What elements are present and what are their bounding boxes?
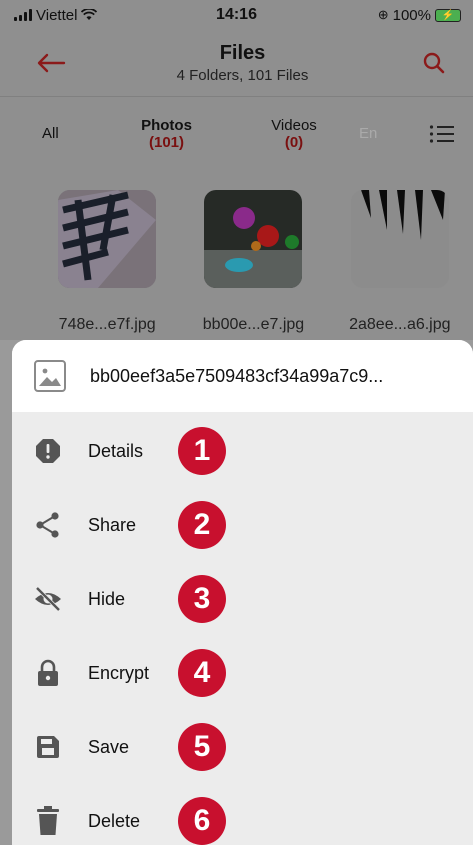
carrier-label: Viettel — [36, 6, 78, 24]
photo-item[interactable]: 748e...e7f.jpg — [34, 190, 180, 334]
action-label: Share — [88, 514, 137, 535]
step-badge: 1 — [178, 427, 226, 475]
step-badge: 6 — [178, 797, 226, 845]
photo-filename: 2a8ee...a6.jpg — [349, 316, 451, 333]
tab-encrypted[interactable]: En — [359, 125, 405, 142]
tab-all[interactable]: All — [42, 125, 104, 142]
action-hide[interactable]: Hide 3 — [12, 562, 473, 636]
photo-thumbnail[interactable] — [350, 190, 449, 288]
back-arrow-icon[interactable] — [34, 46, 68, 80]
action-delete[interactable]: Delete 6 — [12, 784, 473, 845]
action-details[interactable]: Details 1 — [12, 414, 473, 488]
alert-octagon-icon — [30, 433, 66, 469]
tab-bar: All Photos (101) Videos (0) En — [0, 96, 473, 170]
status-bar: Viettel 14:16 ⊕ 100% ⚡ — [0, 0, 473, 30]
action-sheet: bb00eef3a5e7509483cf34a99a7c9... Details… — [12, 340, 473, 845]
step-badge: 3 — [178, 575, 226, 623]
signal-icon — [14, 9, 32, 21]
photo-item[interactable]: 2a8ee...a6.jpg — [327, 190, 473, 334]
search-icon[interactable] — [417, 46, 451, 80]
battery-percent: 100% — [392, 6, 431, 24]
eye-off-icon — [30, 581, 66, 617]
photo-grid: 748e...e7f.jpg bb00e...e7.jpg 2a8ee...a6… — [0, 190, 473, 334]
rotation-lock-icon: ⊕ — [377, 7, 389, 22]
action-label: Save — [88, 736, 130, 757]
dimmed-background: Viettel 14:16 ⊕ 100% ⚡ Files 4 Folders, … — [0, 0, 473, 340]
photo-filename: 748e...e7f.jpg — [58, 316, 156, 333]
share-icon — [30, 507, 66, 543]
action-share[interactable]: Share 2 — [12, 488, 473, 562]
photo-item[interactable]: bb00e...e7.jpg — [180, 190, 326, 334]
page-title: Files — [219, 42, 266, 64]
action-encrypt[interactable]: Encrypt 4 — [12, 636, 473, 710]
list-menu-icon[interactable] — [427, 122, 457, 146]
image-file-icon — [34, 360, 66, 392]
clock: 14:16 — [216, 6, 257, 23]
tab-videos[interactable]: Videos (0) — [229, 117, 359, 151]
app-bar: Files 4 Folders, 101 Files — [0, 30, 473, 96]
selected-file-name: bb00eef3a5e7509483cf34a99a7c9... — [90, 365, 384, 386]
step-badge: 2 — [178, 501, 226, 549]
photo-thumbnail[interactable] — [204, 190, 303, 288]
action-save[interactable]: Save 5 — [12, 710, 473, 784]
action-label: Delete — [88, 810, 141, 831]
sheet-header: bb00eef3a5e7509483cf34a99a7c9... — [12, 340, 473, 412]
step-badge: 4 — [178, 649, 226, 697]
photo-filename: bb00e...e7.jpg — [202, 316, 305, 333]
save-icon — [30, 729, 66, 765]
battery-icon: ⚡ — [435, 8, 461, 22]
page-subtitle: 4 Folders, 101 Files — [176, 67, 309, 84]
wifi-icon — [81, 9, 98, 20]
action-label: Hide — [88, 588, 126, 609]
step-badge: 5 — [178, 723, 226, 771]
action-label: Details — [88, 440, 144, 461]
lock-icon — [30, 655, 66, 691]
tab-photos[interactable]: Photos (101) — [104, 117, 229, 151]
photo-thumbnail[interactable] — [58, 190, 157, 288]
action-list: Details 1 Share 2 Hide 3 Encrypt 4 Save … — [12, 412, 473, 845]
trash-icon — [30, 803, 66, 839]
action-label: Encrypt — [88, 662, 150, 683]
